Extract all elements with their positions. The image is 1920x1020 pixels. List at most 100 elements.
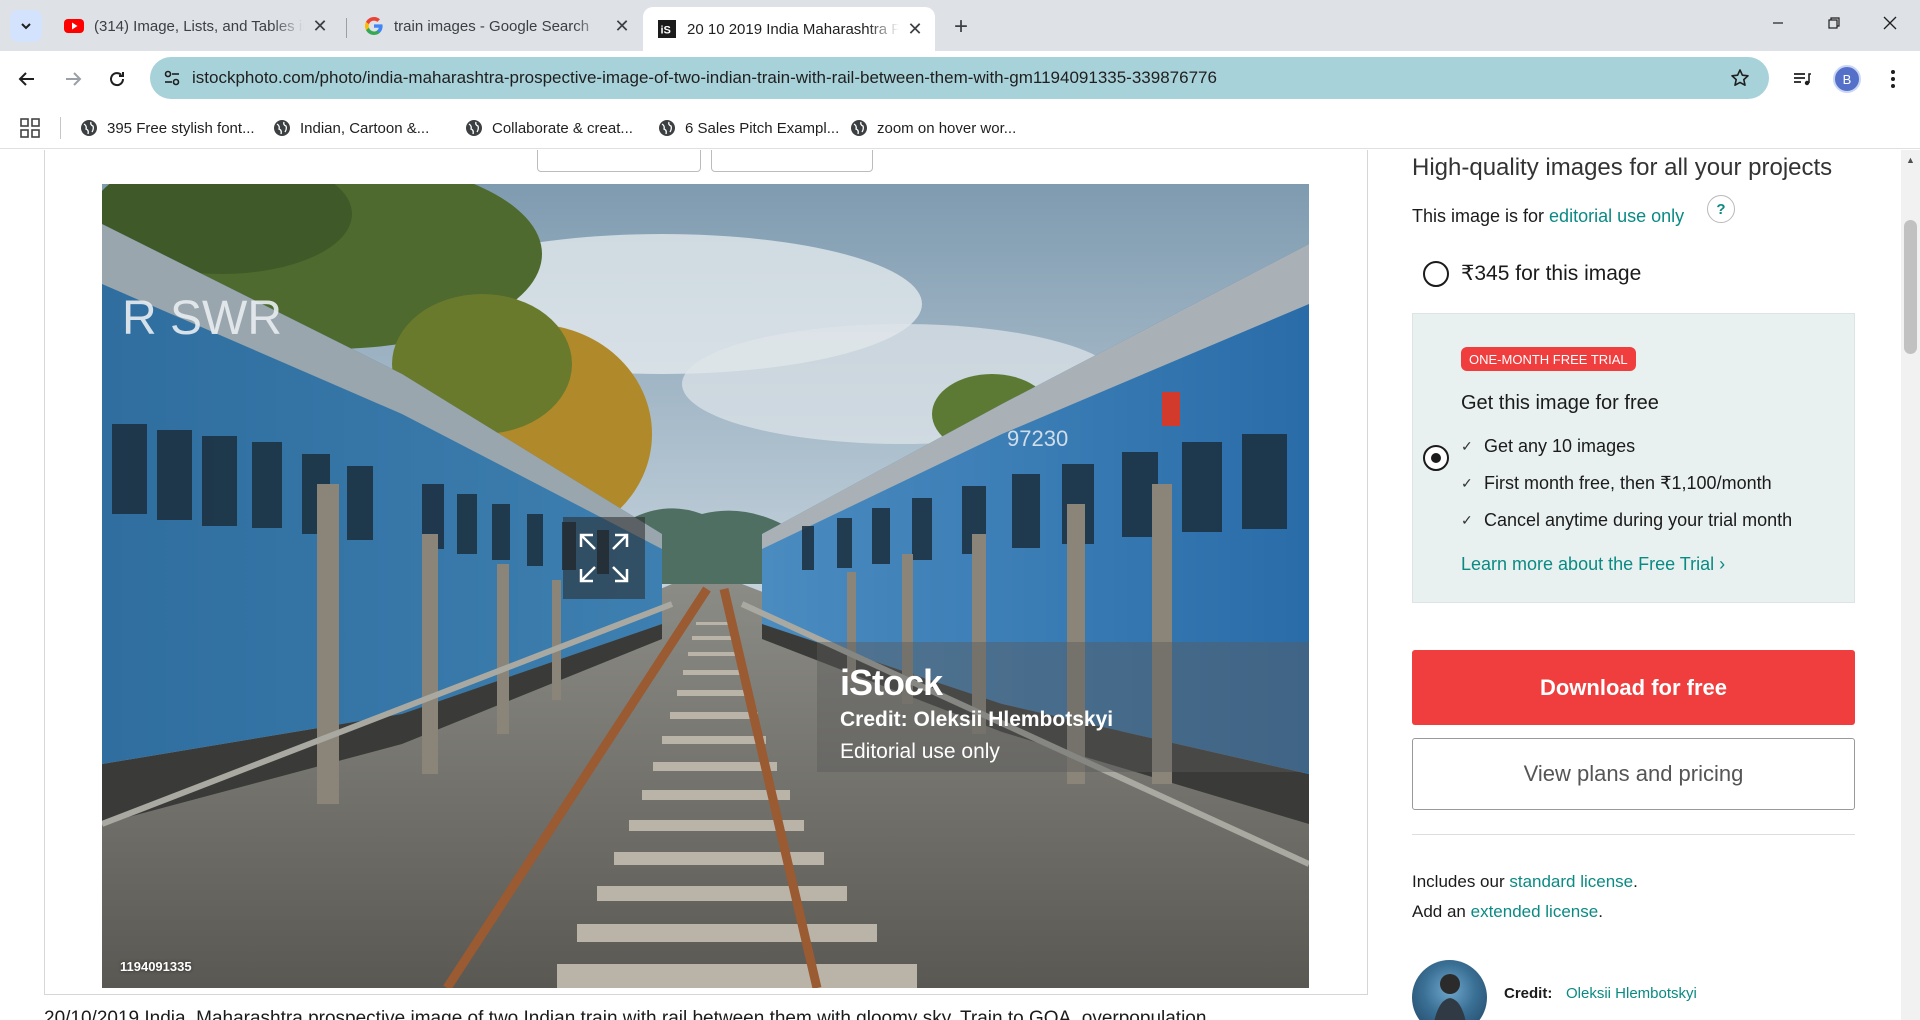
reload-icon [110, 72, 125, 87]
chevron-down-icon [21, 23, 31, 30]
single-image-radio[interactable] [1423, 261, 1449, 287]
tab-title: 20 10 2019 India Maharashtra P [687, 20, 899, 38]
image-id: 1194091335 [120, 959, 192, 974]
credit-label: Credit: [1504, 985, 1553, 1002]
bookmark-item[interactable]: 395 Free stylish font... [80, 115, 255, 141]
istock-watermark-logo: iStock [840, 662, 943, 703]
main-photo[interactable]: R SWR 97230 1194091335 iStock Credit: Ol… [102, 184, 1309, 988]
minimize-button[interactable] [1750, 0, 1806, 46]
tab-title: train images - Google Search [394, 17, 590, 35]
tab-youtube[interactable]: (314) Image, Lists, and Tables in ✕ [50, 8, 340, 44]
check-icon: ✓ [1461, 475, 1473, 491]
address-bar[interactable]: istockphoto.com/photo/india-maharashtra-… [150, 57, 1769, 99]
globe-icon [851, 120, 867, 136]
view-plans-button[interactable]: View plans and pricing [1412, 738, 1855, 810]
panel-divider [1412, 834, 1855, 835]
trial-badge: ONE-MONTH FREE TRIAL [1461, 347, 1636, 371]
editorial-notice: This image is for editorial use only [1412, 206, 1684, 227]
trial-benefit: ✓ Cancel anytime during your trial month [1461, 510, 1793, 530]
restore-icon [1828, 17, 1840, 29]
close-icon[interactable]: ✕ [905, 19, 925, 39]
playlist-icon [1794, 73, 1811, 86]
watermark-credit: Credit: Oleksii Hlembotskyi [840, 708, 1114, 731]
svg-text:97230: 97230 [1007, 426, 1068, 451]
close-window-button[interactable] [1862, 0, 1918, 46]
tab-title: (314) Image, Lists, and Tables in [94, 17, 304, 35]
tab-divider [346, 18, 347, 38]
url-text[interactable]: istockphoto.com/photo/india-maharashtra-… [192, 68, 1217, 88]
bookmark-label: Collaborate & creat... [492, 119, 633, 137]
watermark-editorial-notice: Editorial use only [840, 740, 1000, 763]
photographer-link[interactable]: Oleksii Hlembotskyi [1566, 985, 1697, 1002]
trial-benefit: ✓ Get any 10 images [1461, 436, 1636, 456]
restore-button[interactable] [1806, 0, 1862, 46]
check-icon: ✓ [1461, 512, 1473, 528]
scrollbar-thumb[interactable] [1904, 220, 1917, 354]
scroll-up-arrow-icon[interactable]: ▲ [1901, 152, 1920, 168]
bookmark-label: Indian, Cartoon &... [300, 119, 430, 137]
globe-icon [659, 120, 675, 136]
new-tab-button[interactable]: + [945, 11, 977, 43]
train-photo-illustration: R SWR 97230 [102, 184, 1309, 988]
bookmark-label: zoom on hover wor... [877, 119, 1017, 137]
back-button[interactable] [9, 61, 45, 97]
bookmarks-bar: 395 Free stylish font... Indian, Cartoon… [0, 107, 1920, 149]
kebab-menu-icon [1891, 70, 1895, 88]
tab-strip: (314) Image, Lists, and Tables in ✕ trai… [0, 0, 1920, 51]
istock-icon: iS [657, 19, 677, 39]
fullscreen-button[interactable] [563, 517, 645, 599]
standard-license-link[interactable]: standard license [1509, 872, 1633, 891]
expand-icon [579, 533, 629, 583]
media-control-button[interactable] [1784, 61, 1820, 97]
extended-license-link[interactable]: extended license [1471, 902, 1599, 921]
profile-button[interactable]: B [1829, 61, 1865, 97]
bookmark-star-icon[interactable] [1723, 61, 1757, 95]
globe-icon [274, 120, 290, 136]
svg-text:R SWR: R SWR [122, 292, 282, 345]
apps-grid-icon[interactable] [18, 116, 42, 140]
site-settings-icon[interactable] [154, 60, 190, 96]
tab-google-search[interactable]: train images - Google Search ✕ [350, 8, 642, 44]
tab-search-button[interactable] [10, 10, 42, 42]
close-icon[interactable]: ✕ [612, 16, 632, 36]
arrow-right-icon [66, 72, 82, 86]
save-to-board-button[interactable] [711, 150, 873, 172]
reload-button[interactable] [99, 61, 135, 97]
trial-benefit: ✓ First month free, then ₹1,100/month [1461, 473, 1772, 493]
free-trial-radio[interactable] [1423, 445, 1449, 471]
bookmark-label: 395 Free stylish font... [107, 119, 255, 137]
forward-button[interactable] [55, 61, 91, 97]
bookmark-item[interactable]: Indian, Cartoon &... [273, 115, 429, 141]
editorial-use-link[interactable]: editorial use only [1549, 206, 1684, 226]
bookmark-item[interactable]: 6 Sales Pitch Exampl... [658, 115, 839, 141]
browser-toolbar: istockphoto.com/photo/india-maharashtra-… [0, 51, 1920, 107]
browser-menu-button[interactable] [1875, 61, 1911, 97]
minimize-icon [1773, 22, 1783, 24]
globe-icon [466, 120, 482, 136]
photographer-avatar[interactable] [1412, 960, 1487, 1020]
google-icon [364, 16, 384, 36]
close-icon[interactable]: ✕ [310, 16, 330, 36]
image-caption: 20/10/2019 India, Maharashtra prospectiv… [44, 1008, 1207, 1020]
help-icon[interactable]: ? [1707, 195, 1735, 223]
download-button[interactable]: Download for free [1412, 650, 1855, 725]
globe-icon [81, 120, 97, 136]
bookmark-item[interactable]: Collaborate & creat... [465, 115, 633, 141]
trial-title: Get this image for free [1461, 392, 1659, 414]
youtube-icon [64, 16, 84, 36]
check-icon: ✓ [1461, 438, 1473, 454]
svg-text:iS: iS [661, 25, 671, 37]
single-image-price[interactable]: ₹345 for this image [1461, 261, 1641, 286]
bookmark-item[interactable]: zoom on hover wor... [850, 115, 1016, 141]
learn-more-trial-link[interactable]: Learn more about the Free Trial › [1461, 554, 1725, 575]
person-icon [1434, 974, 1466, 1020]
bookmark-label: 6 Sales Pitch Exampl... [685, 119, 840, 137]
arrow-left-icon [18, 72, 34, 86]
avatar: B [1833, 65, 1861, 93]
purchase-heading: High-quality images for all your project… [1412, 154, 1833, 181]
extended-license-line: Add an extended license. [1412, 902, 1603, 921]
standard-license-line: Includes our standard license. [1412, 872, 1638, 891]
tab-istock[interactable]: iS 20 10 2019 India Maharashtra P ✕ [643, 7, 935, 51]
share-button[interactable] [537, 150, 701, 172]
page-content: R SWR 97230 1194091335 iStock Credit: Ol… [0, 150, 1920, 1020]
